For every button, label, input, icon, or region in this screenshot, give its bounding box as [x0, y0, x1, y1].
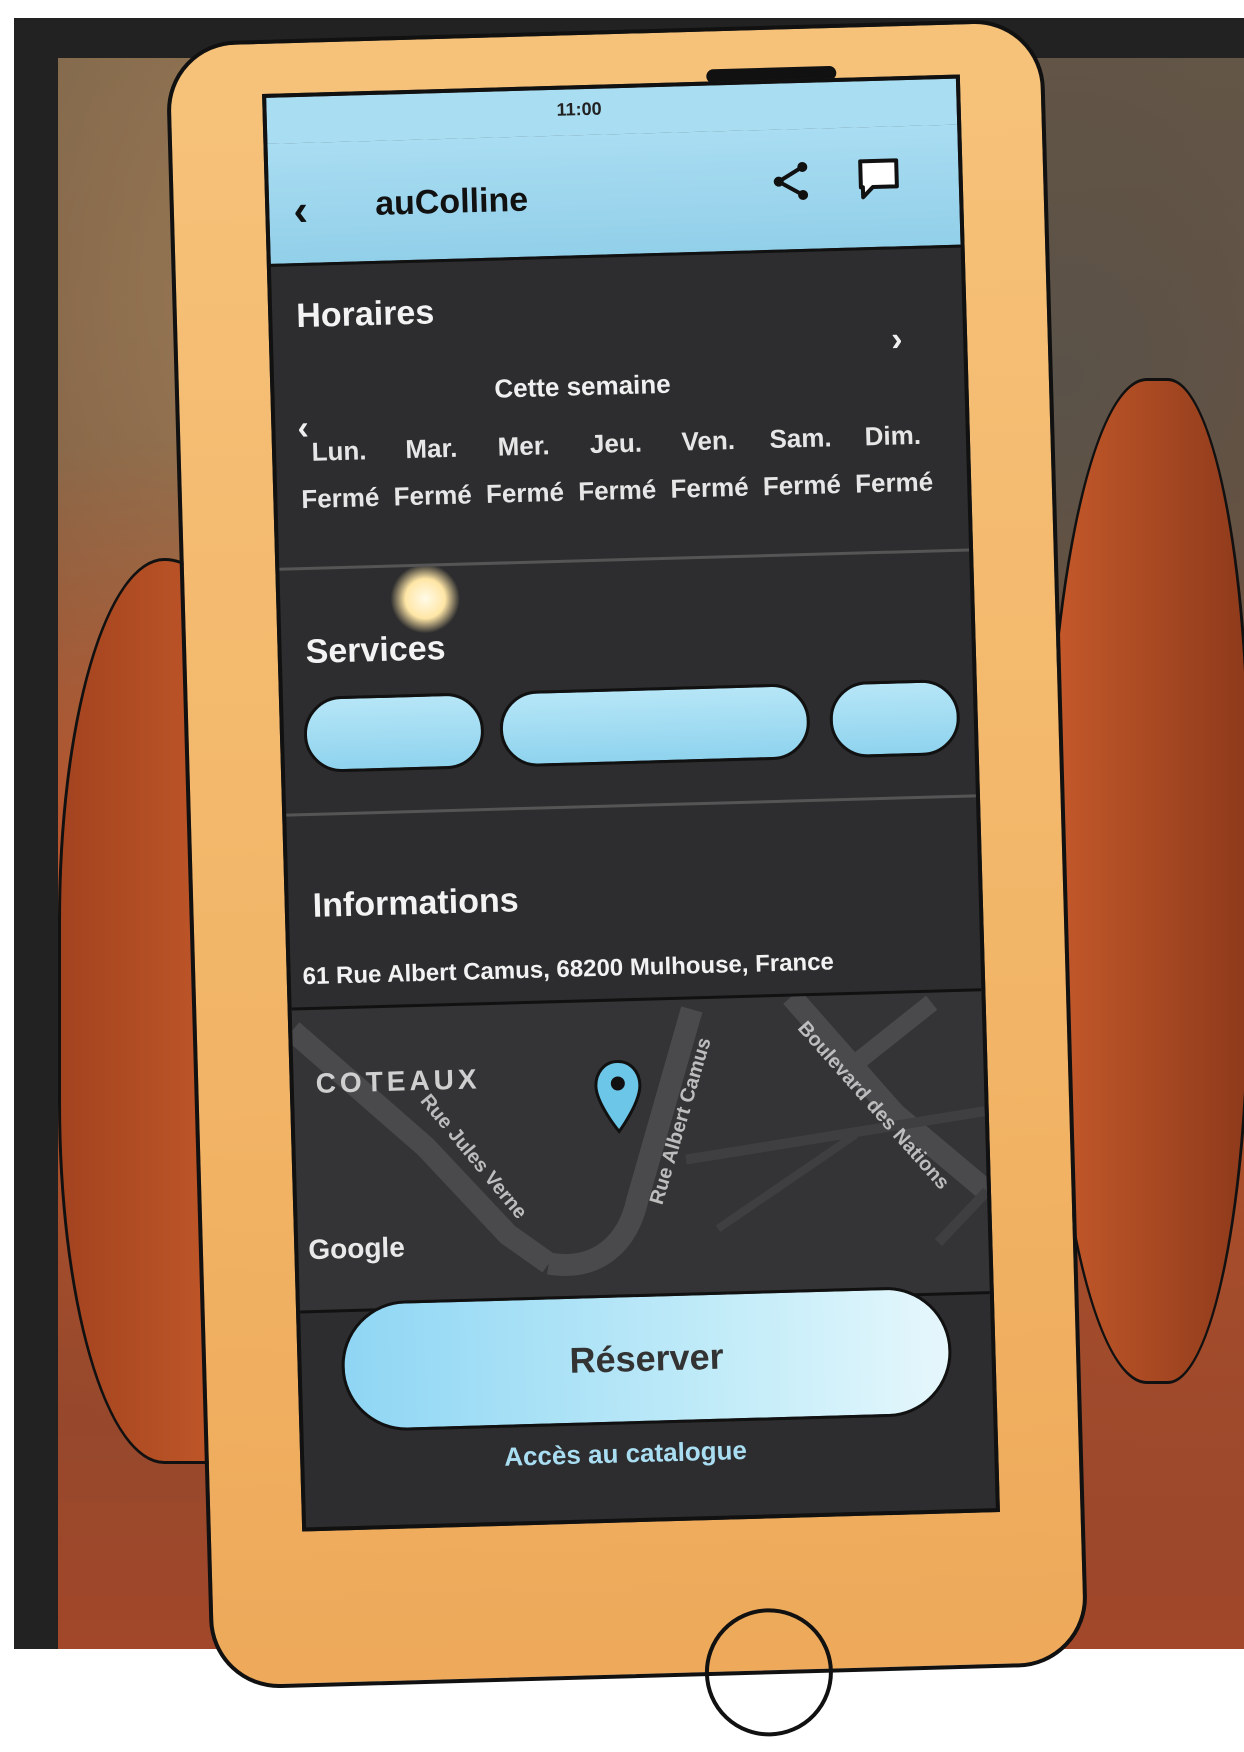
map-district-label: COTEAUX — [315, 1063, 481, 1099]
day-status: Fermé — [393, 479, 473, 512]
address-text: 61 Rue Albert Camus, 68200 Mulhouse, Fra… — [302, 948, 835, 991]
day-column: Ven. Fermé — [665, 425, 753, 505]
chevron-right-icon: › — [890, 320, 904, 359]
day-name: Ven. — [681, 424, 736, 457]
day-name: Sam. — [769, 422, 833, 454]
service-chip[interactable] — [828, 678, 961, 759]
hours-section-title: Horaires — [295, 293, 435, 336]
page-title: auColline — [374, 180, 529, 223]
chat-button[interactable] — [854, 154, 903, 203]
day-status: Fermé — [485, 476, 565, 509]
section-divider — [286, 794, 976, 817]
reserve-button[interactable]: Réserver — [339, 1285, 954, 1433]
day-column: Sam. Fermé — [757, 422, 845, 502]
hours-grid: Lun. Fermé Mar. Fermé Mer. Fermé Jeu. Fe… — [296, 419, 938, 515]
day-name: Lun. — [311, 435, 367, 467]
navigation-bar: ‹ auColline — [267, 124, 961, 267]
information-section-title: Informations — [312, 881, 520, 925]
back-button[interactable]: ‹ — [292, 185, 334, 236]
light-glare — [389, 562, 462, 635]
next-week-button[interactable]: › — [891, 320, 903, 359]
services-chips — [302, 678, 1000, 778]
share-icon — [773, 161, 809, 200]
day-column: Lun. Fermé — [296, 435, 384, 515]
chat-bubble-icon — [858, 158, 899, 200]
map-attribution: Google — [307, 1231, 406, 1266]
week-label: Cette semaine — [493, 368, 672, 404]
day-name: Jeu. — [589, 427, 643, 460]
section-divider — [279, 548, 970, 571]
services-section-title: Services — [305, 629, 447, 672]
day-status: Fermé — [300, 481, 380, 515]
location-pin-icon[interactable] — [593, 1059, 643, 1134]
home-button[interactable] — [703, 1606, 835, 1739]
day-column: Dim. Fermé — [849, 419, 937, 499]
chevron-left-icon: ‹ — [292, 185, 309, 236]
day-name: Mer. — [497, 430, 551, 462]
day-column: Mer. Fermé — [480, 430, 568, 510]
map-view[interactable]: COTEAUX Rue Jules Verne Rue Albert Camus… — [291, 988, 990, 1314]
service-chip[interactable] — [498, 682, 811, 768]
service-chip[interactable] — [302, 692, 485, 774]
day-status: Fermé — [670, 471, 749, 504]
status-time: 11:00 — [556, 98, 602, 120]
share-button[interactable] — [766, 157, 815, 206]
day-status: Fermé — [854, 466, 934, 499]
day-column: Jeu. Fermé — [573, 427, 661, 507]
day-status: Fermé — [577, 474, 657, 507]
catalog-link[interactable]: Accès au catalogue — [504, 1435, 748, 1473]
app-screen: 11:00 ‹ auColline Horaires › Cette semai… — [262, 74, 1000, 1532]
day-name: Mar. — [404, 432, 458, 465]
day-column: Mar. Fermé — [388, 432, 476, 512]
day-status: Fermé — [762, 469, 842, 502]
day-name: Dim. — [864, 419, 922, 452]
